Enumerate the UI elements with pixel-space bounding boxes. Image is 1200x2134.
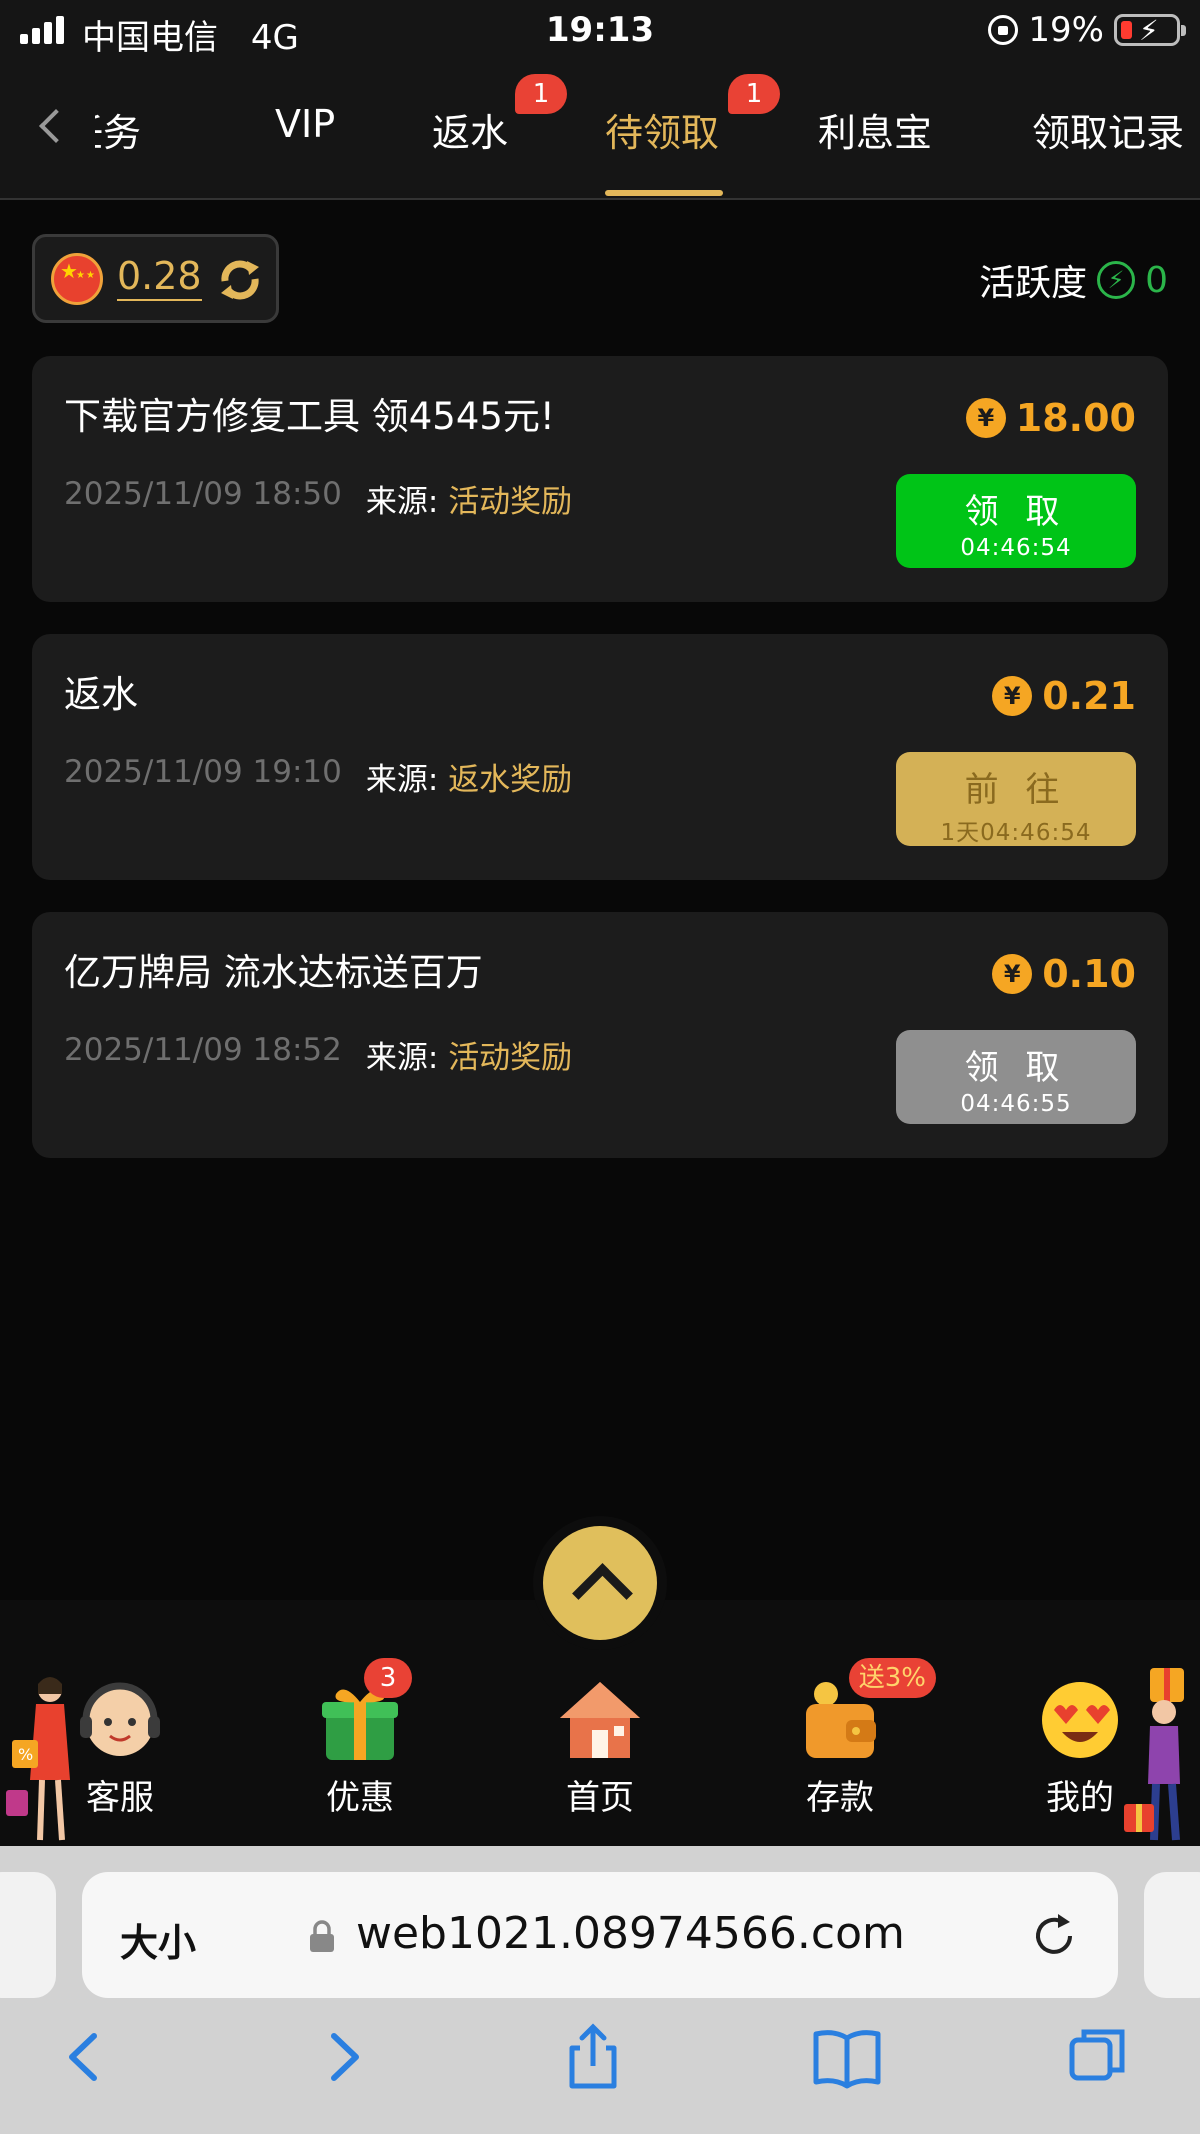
heart-eyes-icon [1036, 1676, 1124, 1764]
reward-card: 返水 2025/11/09 19:10 来源: 返水奖励 ¥ 0.21 前 往 … [32, 634, 1168, 880]
reward-meta: 2025/11/09 18:52 来源: 活动奖励 [64, 1032, 572, 1077]
nav-customer-service[interactable]: 客服 [45, 1676, 195, 1819]
gift-boy-illustration [1124, 1668, 1184, 1841]
reward-card: 下载官方修复工具 领4545元! 2025/11/09 18:50 来源: 活动… [32, 356, 1168, 602]
nav-label: 首页 [566, 1778, 634, 1818]
url-text[interactable]: web1021.08974566.com [356, 1908, 905, 1959]
wallet-icon: 送3% [796, 1658, 936, 1764]
source-value: 活动奖励 [448, 1040, 573, 1076]
active-tab-indicator [605, 190, 723, 196]
reward-title: 下载官方修复工具 领4545元! [64, 395, 555, 438]
source-label: 来源: [365, 762, 439, 798]
browser-chrome: 大小 web1021.08974566.com [0, 1846, 1200, 2134]
amount-value: 0.21 [1042, 674, 1136, 718]
tabs-icon[interactable] [1062, 2022, 1132, 2092]
reload-icon[interactable] [1028, 1910, 1080, 1962]
claim-countdown: 04:46:55 [960, 1091, 1072, 1117]
home-icon [556, 1676, 644, 1764]
tab-task[interactable]: 任务 [95, 102, 141, 157]
status-bar: 中国电信 4G 19:13 19% ⚡ [0, 0, 1200, 62]
tab-nav: 任务 VIP 返水 1 待领取 1 利息宝 领取记录 [0, 62, 1200, 200]
claim-button-label: 领 取 [964, 1048, 1068, 1088]
claim-button-disabled[interactable]: 领 取 04:46:55 [896, 1030, 1136, 1124]
battery-icon: ⚡ [1114, 14, 1186, 47]
browser-forward-icon[interactable] [308, 2022, 378, 2092]
china-flag-icon [51, 253, 103, 305]
status-right: 19% ⚡ [988, 10, 1186, 50]
tab-rebate-badge: 1 [515, 74, 567, 114]
svg-text:%: % [18, 1745, 33, 1764]
customer-service-icon [76, 1676, 164, 1764]
back-button[interactable] [30, 104, 74, 148]
claim-countdown: 04:46:54 [960, 535, 1072, 561]
tab-interest[interactable]: 利息宝 [818, 102, 932, 157]
address-bar[interactable]: 大小 web1021.08974566.com [82, 1872, 1118, 1998]
rotation-lock-icon [988, 15, 1019, 45]
nav-deposit[interactable]: 送3% 存款 [765, 1658, 936, 1819]
yuan-coin-icon: ¥ [992, 954, 1033, 994]
amount-value: 18.00 [1015, 396, 1136, 440]
yuan-coin-icon: ¥ [992, 676, 1033, 716]
balance-box: 0.28 [32, 234, 279, 323]
nav-home[interactable]: 首页 [525, 1676, 675, 1819]
deposit-promo-badge: 送3% [848, 1658, 936, 1698]
text-size-button[interactable]: 大小 [120, 1912, 196, 1967]
nav-label: 客服 [86, 1778, 154, 1818]
source-value: 活动奖励 [448, 484, 573, 520]
reward-amount: ¥ 0.21 [992, 674, 1136, 718]
reward-date: 2025/11/09 18:50 [64, 476, 342, 512]
bookmarks-icon[interactable] [812, 2022, 882, 2092]
activity-indicator: 活跃度 ⚡ 0 [979, 254, 1168, 306]
activity-label: 活跃度 [979, 263, 1088, 304]
reward-amount: ¥ 0.10 [992, 952, 1136, 996]
source-value: 返水奖励 [448, 762, 573, 798]
browser-back-icon[interactable] [50, 2022, 120, 2092]
activity-value: 0 [1145, 259, 1168, 301]
reward-date: 2025/11/09 18:52 [64, 1032, 342, 1068]
promotions-badge: 3 [364, 1658, 412, 1698]
balance-amount: 0.28 [117, 253, 202, 301]
reward-meta: 2025/11/09 19:10 来源: 返水奖励 [64, 754, 572, 799]
tab-rebate[interactable]: 返水 [432, 102, 508, 157]
tab-pending[interactable]: 待领取 [605, 102, 719, 157]
tab-claim-history[interactable]: 领取记录 [1032, 102, 1184, 157]
goto-countdown: 1天04:46:54 [940, 820, 1092, 846]
lock-icon [310, 1920, 334, 1952]
battery-percent: 19% [1028, 10, 1104, 50]
nav-label: 存款 [806, 1778, 874, 1818]
lightning-icon: ⚡ [1097, 261, 1136, 299]
reward-meta: 2025/11/09 18:50 来源: 活动奖励 [64, 476, 572, 521]
reward-title: 返水 [64, 673, 138, 716]
tab-pending-badge: 1 [728, 74, 780, 114]
yuan-coin-icon: ¥ [965, 398, 1006, 438]
refresh-icon[interactable] [217, 257, 263, 303]
reward-card: 亿万牌局 流水达标送百万 2025/11/09 18:52 来源: 活动奖励 ¥… [32, 912, 1168, 1158]
claim-button[interactable]: 领 取 04:46:54 [896, 474, 1136, 568]
goto-button[interactable]: 前 往 1天04:46:54 [896, 752, 1136, 846]
gift-icon: 3 [316, 1658, 412, 1764]
goto-button-label: 前 往 [964, 770, 1068, 810]
source-label: 来源: [365, 1040, 439, 1076]
reward-date: 2025/11/09 19:10 [64, 754, 342, 790]
reward-title: 亿万牌局 流水达标送百万 [64, 951, 483, 994]
amount-value: 0.10 [1042, 952, 1136, 996]
share-icon[interactable] [558, 2022, 628, 2092]
tab-vip[interactable]: VIP [275, 102, 335, 146]
next-tab-preview[interactable] [1144, 1872, 1200, 1998]
claim-button-label: 领 取 [964, 492, 1068, 532]
scroll-to-top-button[interactable] [543, 1526, 657, 1640]
previous-tab-preview[interactable] [0, 1872, 56, 1998]
reward-amount: ¥ 18.00 [965, 396, 1136, 440]
source-label: 来源: [365, 484, 439, 520]
nav-label: 优惠 [326, 1778, 394, 1818]
nav-promotions[interactable]: 3 优惠 [285, 1658, 435, 1819]
